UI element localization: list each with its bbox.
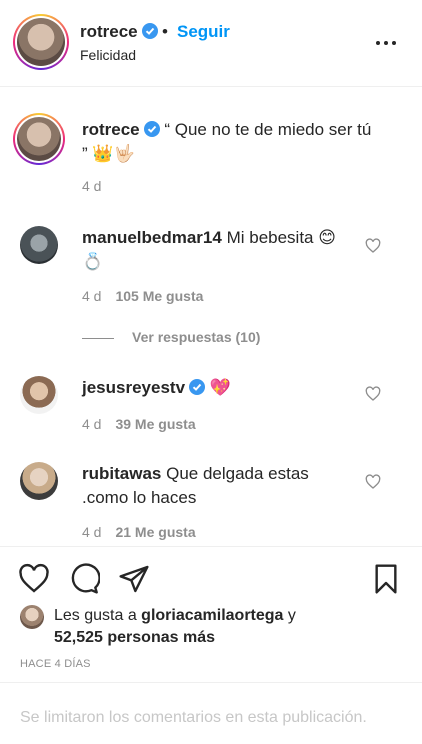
like-heart-icon[interactable] bbox=[18, 563, 50, 595]
verified-badge-icon bbox=[189, 379, 206, 395]
comment-text: jesusreyestv 💖 bbox=[82, 378, 231, 397]
comment-text: rubitawas Que delgada estas .como lo hac… bbox=[82, 464, 309, 507]
post-header: rotrece • Seguir Felicidad bbox=[0, 0, 422, 87]
verified-badge-icon bbox=[143, 121, 160, 137]
commenter-avatar[interactable] bbox=[20, 462, 58, 500]
comment-username[interactable]: rubitawas bbox=[82, 464, 161, 483]
caption-text: rotrece “ Que no te de miedo ser tú ” 👑🤟… bbox=[82, 120, 372, 163]
comment-username[interactable]: jesusreyestv bbox=[82, 378, 210, 397]
comment-likes[interactable]: 105 Me gusta bbox=[115, 288, 203, 304]
save-bookmark-icon[interactable] bbox=[370, 563, 402, 595]
comment-text: manuelbedmar14 Mi bebesita 😊 💍 bbox=[82, 228, 336, 271]
post-actions-bar bbox=[0, 546, 422, 594]
author-username[interactable]: rotrece bbox=[80, 22, 158, 42]
like-comment-heart-icon[interactable] bbox=[365, 474, 381, 490]
comment-username[interactable]: manuelbedmar14 bbox=[82, 228, 222, 247]
share-paper-plane-icon[interactable] bbox=[118, 563, 150, 595]
comment-meta: 4 d 39 Me gusta bbox=[82, 416, 196, 432]
more-options-icon[interactable] bbox=[376, 33, 398, 53]
view-replies-button[interactable]: Ver respuestas (10) bbox=[82, 329, 260, 345]
author-avatar[interactable] bbox=[13, 14, 69, 70]
caption-emojis: 👑🤟🏻 bbox=[92, 144, 135, 163]
comment-bubble-icon[interactable] bbox=[68, 563, 100, 595]
comment-likes[interactable]: 21 Me gusta bbox=[115, 524, 195, 540]
comment-meta: 4 d 21 Me gusta bbox=[82, 524, 196, 540]
post-timestamp: HACE 4 DÍAS bbox=[20, 658, 91, 670]
like-comment-heart-icon[interactable] bbox=[365, 238, 381, 254]
likes-text: Les gusta a gloriacamilaortega y 52,525 … bbox=[54, 607, 296, 646]
location-link[interactable]: Felicidad bbox=[80, 47, 136, 63]
follow-button[interactable]: Seguir bbox=[177, 22, 230, 42]
commenter-avatar[interactable] bbox=[20, 376, 58, 414]
commenter-avatar[interactable] bbox=[20, 226, 58, 264]
caption-avatar[interactable] bbox=[13, 113, 65, 165]
likes-count-link[interactable]: 52,525 personas más bbox=[54, 629, 215, 646]
comments-limited-notice: Se limitaron los comentarios en esta pub… bbox=[20, 709, 367, 726]
verified-badge-icon bbox=[141, 23, 158, 39]
caption-age: 4 d bbox=[82, 178, 102, 194]
like-comment-heart-icon[interactable] bbox=[365, 386, 381, 402]
liker-username[interactable]: gloriacamilaortega bbox=[141, 607, 283, 624]
comments-footer: Se limitaron los comentarios en esta pub… bbox=[0, 682, 422, 744]
caption-username[interactable]: rotrece bbox=[82, 120, 164, 139]
separator-dot: • bbox=[162, 22, 168, 41]
comment-meta: 4 d 105 Me gusta bbox=[82, 288, 204, 304]
liker-avatar[interactable] bbox=[20, 605, 44, 629]
comment-likes[interactable]: 39 Me gusta bbox=[115, 416, 195, 432]
